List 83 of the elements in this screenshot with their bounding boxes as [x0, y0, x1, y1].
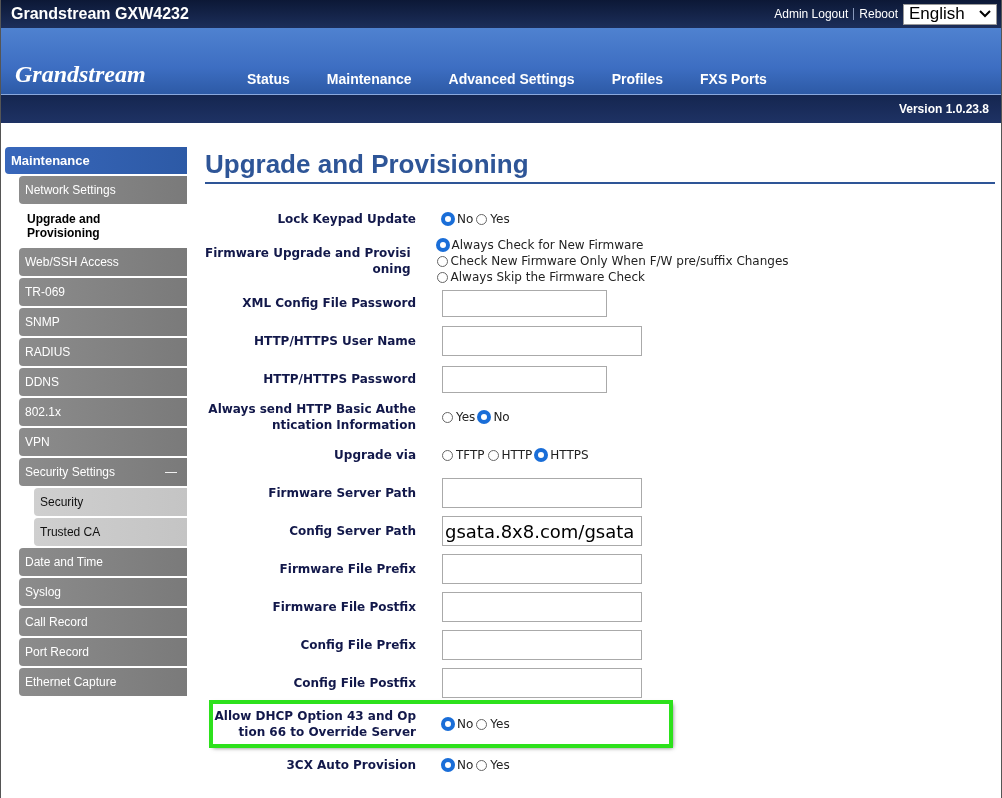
input-field[interactable] [442, 592, 642, 622]
version-text: Version 1.0.23.8 [898, 102, 989, 116]
field-label: Always send HTTP Basic Authe ntication Information [207, 401, 416, 433]
option-label: No [457, 212, 474, 226]
sidebar-item[interactable]: Security Settings — [19, 458, 187, 486]
logo: Grandstream [14, 61, 147, 89]
radio-button[interactable] [476, 759, 488, 771]
field-label: Allow DHCP Option 43 and Op tion 66 to Override Server [213, 708, 416, 740]
sidebar-item[interactable]: SNMP [19, 308, 187, 336]
field-label: HTTP/HTTPS Password [262, 371, 416, 387]
radio-button[interactable] [442, 718, 454, 730]
radio-button[interactable] [442, 759, 454, 771]
input-field[interactable] [442, 668, 642, 698]
sidebar-heading[interactable]: Maintenance [5, 147, 187, 174]
language-dropdown[interactable]: English [903, 3, 997, 25]
field-label: HTTP/HTTPS User Name [252, 333, 416, 349]
radio-button[interactable] [436, 239, 449, 251]
sidebar-subitem[interactable]: Trusted CA [34, 518, 187, 546]
option-label: Yes [490, 758, 510, 772]
option-label: HTTP [501, 448, 533, 462]
input-field[interactable] [442, 554, 642, 584]
radio-button[interactable] [442, 449, 453, 461]
sidebar-item[interactable]: TR-069 [19, 278, 187, 306]
option-label: No [457, 758, 474, 772]
sidebar-item[interactable]: Network Settings [19, 176, 187, 204]
radio-button[interactable] [436, 255, 448, 267]
sidebar-item[interactable]: RADIUS [19, 338, 187, 366]
nav-tab[interactable]: Advanced Settings [448, 71, 575, 87]
nav-tab[interactable]: Status [247, 71, 290, 87]
option-label: Always Check for New Firmware [451, 238, 644, 252]
header-link[interactable]: Admin Logout [774, 7, 849, 21]
input-field[interactable] [442, 365, 607, 393]
field-label: Lock Keypad Update [276, 211, 416, 227]
field-label: Config File Prefix [299, 637, 416, 653]
option-label: Always Skip the Firmware Check [450, 270, 645, 284]
input-field[interactable] [442, 289, 607, 317]
nav-tab[interactable]: FXS Ports [700, 71, 767, 87]
radio-button[interactable] [487, 449, 499, 461]
sidebar-subitem[interactable]: Security [34, 488, 187, 516]
radio-button[interactable] [535, 449, 548, 461]
field-label: XML Config File Password [241, 295, 416, 311]
input-field[interactable]: gsata.8x8.com/gsata [442, 516, 642, 546]
radio-button[interactable] [476, 213, 488, 225]
sidebar-item[interactable]: VPN [19, 428, 187, 456]
sidebar-item[interactable]: Date and Time [19, 548, 187, 576]
field-label: Firmware Server Path [267, 485, 416, 501]
sidebar-item[interactable]: Syslog [19, 578, 187, 606]
product-title: Grandstream GXW4232 [11, 5, 189, 23]
field-label: 3CX Auto Provision [285, 757, 416, 773]
sidebar-item[interactable]: Call Record [19, 608, 187, 636]
caret-icon [979, 10, 991, 18]
option-label: TFTP [456, 448, 485, 462]
sidebar-item[interactable]: Port Record [19, 638, 187, 666]
header-link[interactable]: Reboot [859, 7, 898, 21]
field-label: Config File Postfix [292, 675, 416, 691]
field-label: Config Server Path [288, 523, 416, 539]
input-field[interactable] [442, 630, 642, 660]
option-label: Yes [456, 410, 476, 424]
option-label: Check New Firmware Only When F/W pre/suffix Changes [450, 254, 789, 268]
radio-button[interactable] [478, 411, 491, 423]
radio-button[interactable] [442, 411, 453, 423]
sidebar-item[interactable]: 802.1x [19, 398, 187, 426]
input-field[interactable] [442, 478, 642, 508]
input-field[interactable] [442, 326, 642, 356]
sidebar-item[interactable]: DDNS [19, 368, 187, 396]
option-label: Yes [490, 212, 510, 226]
field-label: Firmware Upgrade and Provisi oning [205, 245, 411, 277]
field-label: Firmware File Prefix [278, 561, 416, 577]
nav-tab[interactable]: Maintenance [326, 71, 412, 87]
collapse-toggle[interactable]: — [165, 465, 177, 479]
field-label: Upgrade via [333, 447, 416, 463]
radio-button[interactable] [442, 213, 454, 225]
radio-button[interactable] [476, 718, 488, 730]
option-label: No [457, 717, 474, 731]
field-label: Firmware File Postfix [271, 599, 416, 615]
option-label: Yes [490, 717, 510, 731]
sidebar-item[interactable]: Web/SSH Access [19, 248, 187, 276]
option-label: HTTPS [550, 448, 589, 462]
page-title: Upgrade and Provisioning [205, 149, 995, 184]
nav-tab[interactable]: Profiles [611, 71, 663, 87]
radio-button[interactable] [436, 271, 448, 283]
sidebar-item[interactable]: Ethernet Capture [19, 668, 187, 696]
option-label: No [493, 410, 510, 424]
